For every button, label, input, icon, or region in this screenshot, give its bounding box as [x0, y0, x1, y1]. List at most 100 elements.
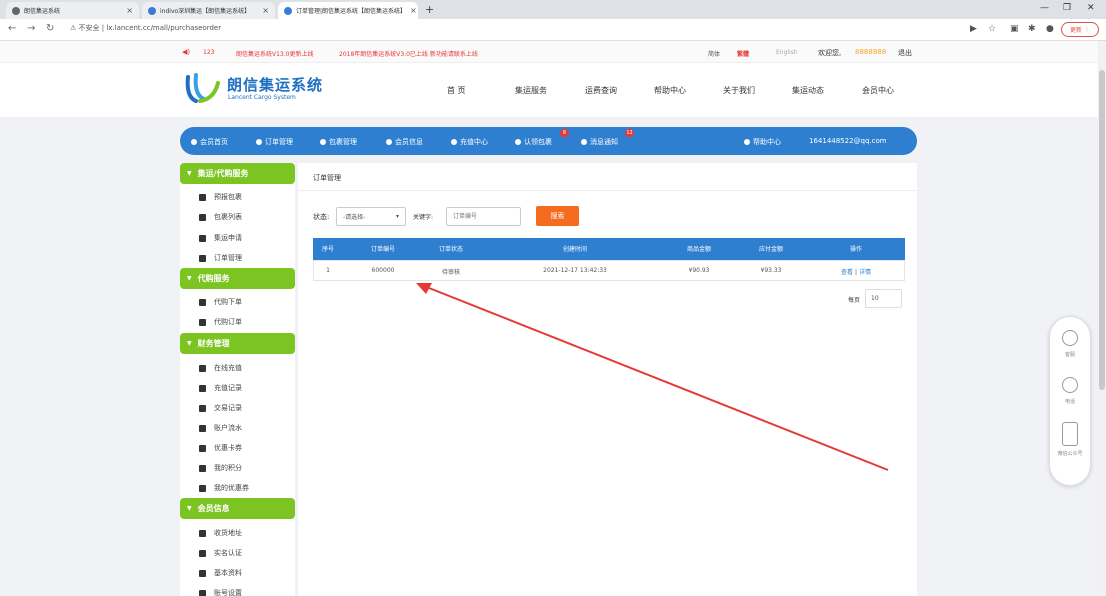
detail-link[interactable]: 详情 [859, 269, 871, 276]
annotation-arrow [416, 283, 889, 471]
order-icon [256, 139, 262, 145]
close-tab-icon[interactable]: × [262, 6, 269, 15]
url-field[interactable]: ⚠ 不安全 | lx.lancent.cc/mall/purchaseorder [70, 23, 221, 33]
coupon-icon [199, 444, 206, 452]
sidebar-item[interactable]: 代购下单 [199, 297, 242, 307]
back-icon[interactable]: ← [8, 23, 16, 34]
lang-hk-link[interactable]: 繁體 [737, 49, 749, 58]
nav-freight[interactable]: 运费查询 [585, 85, 617, 96]
sidebar-item[interactable]: 订单管理 [199, 253, 242, 263]
chevron-down-icon: ▾ [395, 213, 399, 220]
address-icon [199, 529, 206, 537]
keyword-input[interactable] [446, 207, 521, 226]
puzzle-icon[interactable]: ✱ [1028, 24, 1036, 34]
sidebar-item[interactable]: 预报包裹 [199, 192, 242, 202]
sidebar-item[interactable]: 充值记录 [199, 383, 242, 393]
help-center-link[interactable]: 帮助中心 [744, 137, 781, 147]
package-icon [320, 139, 326, 145]
close-tab-icon[interactable]: × [126, 6, 133, 15]
sidebar-item[interactable]: 收货地址 [199, 528, 242, 538]
maximize-icon[interactable]: ❐ [1063, 3, 1071, 13]
message-count-badge: 12 [625, 129, 634, 137]
minimize-icon[interactable]: — [1040, 3, 1049, 13]
lang-en-link[interactable]: English [776, 49, 798, 56]
sidebar-item[interactable]: 优惠卡券 [199, 443, 242, 453]
view-link[interactable]: 查看 [841, 269, 853, 276]
close-window-icon[interactable]: ✕ [1087, 3, 1095, 13]
browser-tab-1[interactable]: 朗信集运系统 × [6, 2, 139, 19]
sidebar-item[interactable]: 账户流水 [199, 423, 242, 433]
nav-member[interactable]: 会员中心 [862, 85, 894, 96]
nav-about[interactable]: 关于我们 [723, 85, 755, 96]
username-link[interactable]: 8888888 [855, 48, 886, 56]
sidebar-item[interactable]: 在线充值 [199, 363, 242, 373]
sidebar-group-member[interactable]: ▼ 会员信息 [180, 498, 295, 519]
reload-icon[interactable]: ↻ [46, 23, 54, 34]
column-header: 订单编号 [370, 246, 396, 253]
phone-text: 123 [203, 49, 215, 56]
row-status: 待审核 [441, 269, 461, 276]
chat-label: 客服 [1064, 352, 1075, 358]
profile-icon[interactable]: ● [1046, 24, 1054, 34]
update-button[interactable]: 更新 ⋮ [1061, 22, 1099, 37]
sidebar-item[interactable]: 集运申请 [199, 233, 242, 243]
chat-icon[interactable] [1062, 330, 1078, 346]
sidebar-group-finance[interactable]: ▼ 财务管理 [180, 333, 295, 354]
notice-text[interactable]: 朗信集运系统V13.0更新上线 [236, 49, 313, 58]
column-header: 序号 [321, 246, 335, 253]
extension-icon[interactable]: ▶ [970, 24, 977, 34]
sidebar-item[interactable]: 交易记录 [199, 403, 242, 413]
nav-help[interactable]: 帮助中心 [654, 85, 686, 96]
mobile-icon[interactable] [1062, 422, 1078, 446]
close-tab-icon[interactable]: × [410, 6, 417, 15]
record-icon [199, 384, 206, 392]
notice-text-2[interactable]: 2018年朗信集运系统V3.0已上线 新功能请联系上线 [339, 49, 478, 58]
wallet-icon [199, 364, 206, 372]
member-info-link[interactable]: 会员信息 [386, 137, 423, 147]
sidebar-item[interactable]: 基本资料 [199, 568, 242, 578]
sidebar-group-purchase[interactable]: ▼ 代购服务 [180, 268, 295, 289]
wechat-label: 微信公众号 [1057, 451, 1083, 457]
browser-tab-3[interactable]: 订单管理|朗信集运系统【朗信集运系统】 × [278, 2, 418, 19]
extension-icon[interactable]: ▣ [1010, 24, 1019, 34]
caret-down-icon: ▼ [187, 170, 192, 177]
order-icon [199, 254, 206, 262]
logout-link[interactable]: 退出 [898, 48, 912, 58]
logo-title[interactable]: 朗信集运系统 [227, 74, 323, 95]
lang-cn-link[interactable]: 简体 [708, 49, 720, 58]
member-home-link[interactable]: 会员首页 [191, 137, 228, 147]
bookmark-star-icon[interactable]: ☆ [988, 24, 996, 34]
table-header [313, 238, 905, 260]
column-header: 操作 [849, 246, 863, 253]
settings-icon [199, 589, 206, 596]
forward-icon[interactable]: → [27, 23, 35, 34]
package-manage-link[interactable]: 包裹管理 [320, 137, 357, 147]
logo-icon[interactable] [184, 73, 222, 105]
keyword-label: 关键字: [413, 214, 434, 221]
sidebar-item[interactable]: 账号设置 [199, 588, 242, 596]
order-manage-link[interactable]: 订单管理 [256, 137, 293, 147]
recharge-icon [451, 139, 457, 145]
cart-icon [199, 318, 206, 326]
claim-package-link[interactable]: 认领包裹 [515, 137, 552, 147]
sidebar-item[interactable]: 我的积分 [199, 463, 242, 473]
nav-home[interactable]: 首 页 [447, 85, 466, 96]
sidebar-item[interactable]: 包裹列表 [199, 212, 242, 222]
message-link[interactable]: 消息通知 [581, 137, 618, 147]
scrollbar-thumb[interactable] [1099, 70, 1105, 390]
column-header: 商品金额 [686, 246, 712, 253]
new-tab-icon[interactable]: + [425, 3, 434, 16]
row-order-number: 600000 [371, 267, 395, 274]
sidebar-item[interactable]: 代购订单 [199, 317, 242, 327]
sidebar-item[interactable]: 实名认证 [199, 548, 242, 558]
browser-tab-2[interactable]: indivo深圳集运【朗信集运系统】 × [142, 2, 275, 19]
sidebar-item[interactable]: 我的优惠券 [199, 483, 249, 493]
status-select[interactable]: -请选择- ▾ [336, 207, 406, 226]
nav-news[interactable]: 集运动态 [792, 85, 824, 96]
search-button[interactable]: 搜索 [536, 206, 579, 226]
nav-service[interactable]: 集运服务 [515, 85, 547, 96]
row-goods-amount: ¥90.93 [688, 267, 710, 274]
recharge-link[interactable]: 充值中心 [451, 137, 488, 147]
headset-icon[interactable] [1062, 377, 1078, 393]
sidebar-group-service[interactable]: ▼ 集运/代购服务 [180, 163, 295, 184]
